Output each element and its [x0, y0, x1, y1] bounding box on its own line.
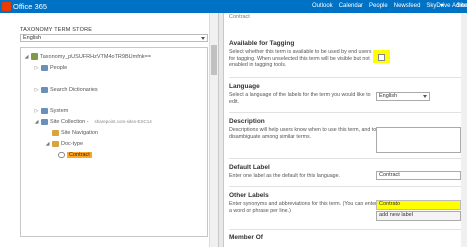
description-desc: Descriptions will help users know when t…	[229, 127, 377, 140]
store-icon	[31, 53, 38, 60]
section-divider	[229, 112, 463, 113]
tree-node-search-dictionaries[interactable]: ▷ Search Dictionaries	[34, 85, 98, 94]
admin-link[interactable]: Adme	[452, 2, 467, 11]
language-desc: Select a language of the labels for the …	[229, 92, 371, 105]
left-scrollbar[interactable]	[209, 13, 218, 247]
default-label-input[interactable]: Contract	[376, 171, 461, 180]
tree-node-label: Site Collection -	[50, 118, 89, 125]
other-labels-title: Other Labels	[229, 192, 269, 199]
tree-node-label: Site Navigation	[61, 129, 98, 136]
taxonomy-tree: ◢ Taxonomy_pUSUFRHzVTM4oTR9BUmfnk== ▷ Pe…	[20, 47, 208, 237]
tree-node-people[interactable]: ▷ People	[34, 63, 67, 72]
available-for-tagging-checkbox[interactable]	[378, 54, 385, 61]
section-divider	[229, 77, 463, 78]
add-new-label-input[interactable]: add new label	[376, 211, 461, 221]
tree-node-site-navigation[interactable]: Site Navigation	[45, 128, 98, 137]
tree-node-doc-type[interactable]: ◢ Doc-type	[45, 139, 83, 148]
group-icon	[41, 64, 48, 71]
tree-node-label: System	[50, 107, 69, 114]
group-icon	[41, 107, 48, 114]
term-store-header: TAXONOMY TERM STORE	[20, 27, 93, 33]
tree-node-label: Doc-type	[61, 140, 84, 147]
description-textarea[interactable]	[376, 127, 461, 153]
language-select-value: English	[23, 35, 42, 41]
chevron-down-icon	[423, 95, 427, 98]
language-select[interactable]: English	[20, 34, 208, 42]
tree-node-label-selected: Contract	[67, 151, 92, 158]
chevron-down-icon[interactable]	[440, 4, 444, 7]
nav-people[interactable]: People	[369, 2, 388, 12]
tree-node-contract[interactable]: Contract	[51, 150, 92, 159]
termset-icon	[52, 140, 59, 147]
brand-title: Office 365	[13, 2, 48, 11]
suite-bar: Office 365 Outlook Calendar People Newsf…	[0, 0, 467, 13]
section-divider	[229, 158, 463, 159]
office365-brand[interactable]: Office 365	[2, 1, 47, 12]
site-collection-url: sharepoint.com-sites-ESC14	[94, 119, 152, 124]
section-divider	[229, 229, 463, 230]
office-logo-icon	[2, 2, 11, 11]
nav-skydrive[interactable]: SkyDrive	[426, 2, 450, 12]
expand-icon[interactable]: ▷	[34, 65, 39, 71]
expand-icon[interactable]: ▷	[34, 108, 39, 114]
tagging-title: Available for Tagging	[229, 40, 295, 47]
term-language-select[interactable]: English	[376, 92, 430, 101]
group-icon	[41, 86, 48, 93]
language-title: Language	[229, 83, 260, 90]
tree-node-site-collection[interactable]: ◢ Site Collection - sharepoint.com-sites…	[34, 117, 152, 126]
nav-newsfeed[interactable]: Newsfeed	[394, 2, 421, 12]
tagging-desc: Select whether this term is available to…	[229, 49, 372, 68]
expand-icon[interactable]: ▷	[34, 87, 39, 93]
default-label-value: Contract	[379, 172, 400, 178]
nav-calendar[interactable]: Calendar	[339, 2, 363, 12]
term-icon	[58, 151, 65, 158]
cropped-term-header: Contract	[229, 14, 250, 20]
other-label-value: Contrato	[379, 201, 401, 207]
member-of-title: Member Of	[229, 234, 263, 241]
tree-node-label: People	[50, 64, 68, 71]
collapse-icon[interactable]: ◢	[34, 119, 39, 125]
group-icon	[41, 118, 48, 125]
section-divider	[229, 186, 463, 187]
tree-node-label: Search Dictionaries	[50, 86, 98, 93]
tree-node-label: Taxonomy_pUSUFRHzVTM4oTR9BUmfnk==	[40, 53, 151, 60]
collapse-icon[interactable]: ◢	[45, 141, 50, 147]
nav-outlook[interactable]: Outlook	[312, 2, 333, 12]
termset-icon	[52, 129, 59, 136]
tree-node-store[interactable]: ◢ Taxonomy_pUSUFRHzVTM4oTR9BUmfnk==	[24, 52, 151, 61]
term-language-value: English	[379, 93, 398, 99]
default-label-desc: Enter one label as the default for this …	[229, 173, 341, 179]
add-new-label-placeholder: add new label	[379, 212, 413, 218]
collapse-icon[interactable]: ◢	[24, 54, 29, 60]
default-label-title: Default Label	[229, 164, 270, 171]
right-scrollbar[interactable]	[461, 13, 467, 247]
tree-node-system[interactable]: ▷ System	[34, 106, 68, 115]
other-labels-desc: Enter synonyms and abbreviations for thi…	[229, 201, 377, 214]
chevron-down-icon	[201, 37, 205, 40]
scrollbar-thumb[interactable]	[211, 45, 217, 75]
other-label-input[interactable]: Contrato	[376, 200, 461, 210]
description-title: Description	[229, 118, 265, 125]
